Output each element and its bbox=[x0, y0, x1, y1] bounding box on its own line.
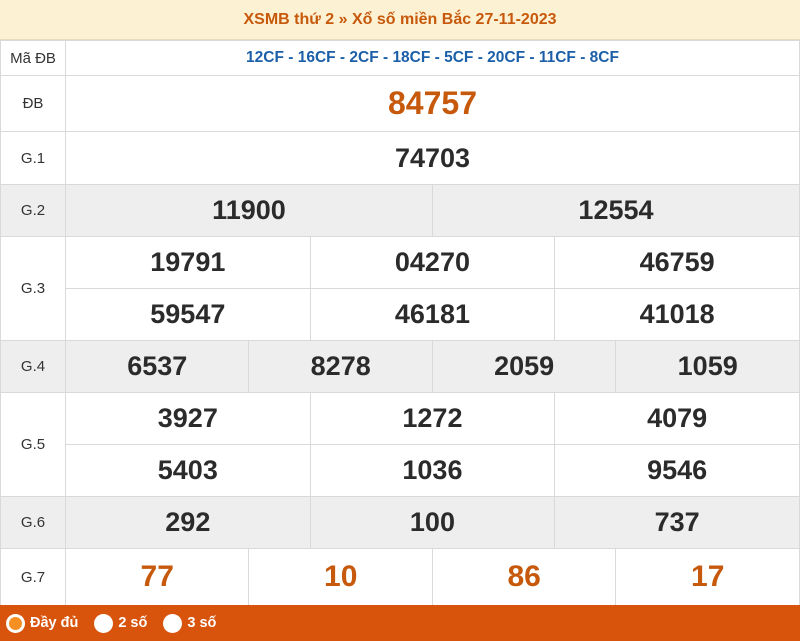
g4-number: 2059 bbox=[431, 340, 617, 393]
g2-label: G.2 bbox=[0, 184, 66, 237]
row-g5: G.5 3927 1272 4079 bbox=[0, 392, 800, 497]
g5-number: 4079 bbox=[554, 392, 800, 445]
db-label: ĐB bbox=[0, 75, 66, 132]
g5-number: 3927 bbox=[65, 392, 311, 445]
option-full[interactable]: Đầy đủ bbox=[6, 613, 79, 633]
g6-label: G.6 bbox=[0, 496, 66, 549]
g7-number: 86 bbox=[431, 548, 617, 606]
g4-number: 6537 bbox=[64, 340, 250, 393]
g4-label: G.4 bbox=[0, 340, 66, 393]
option-full-label: Đầy đủ bbox=[30, 615, 79, 631]
g1-label: G.1 bbox=[0, 131, 66, 185]
g4-number: 8278 bbox=[248, 340, 433, 393]
g3-number: 19791 bbox=[65, 236, 311, 289]
ma-db-label: Mã ĐB bbox=[0, 40, 66, 76]
g7-label: G.7 bbox=[0, 548, 66, 606]
g7-number: 10 bbox=[248, 548, 433, 606]
row-g5b: 5403 1036 9546 bbox=[1, 444, 800, 497]
row-g4: G.4 6537 8278 2059 1059 bbox=[0, 340, 800, 393]
g1-number: 74703 bbox=[65, 131, 800, 185]
radio-icon[interactable] bbox=[163, 613, 183, 633]
row-g6: G.6 292 100 737 bbox=[0, 496, 800, 549]
g6-number: 100 bbox=[309, 496, 556, 549]
results-table: Mã ĐB 12CF - 16CF - 2CF - 18CF - 5CF - 2… bbox=[0, 40, 800, 606]
option-3-digits[interactable]: 3 số bbox=[163, 613, 217, 633]
g7-number: 17 bbox=[615, 548, 800, 606]
ma-db-value: 12CF - 16CF - 2CF - 18CF - 5CF - 20CF - … bbox=[65, 40, 800, 76]
g5-number: 1272 bbox=[309, 392, 556, 445]
row-g3b: 59547 46181 41018 bbox=[1, 288, 800, 341]
option-2-digits-label: 2 số bbox=[118, 615, 148, 631]
page-title: XSMB thứ 2 » Xổ số miền Bắc 27-11-2023 bbox=[0, 0, 800, 40]
g5-label: G.5 bbox=[0, 392, 66, 497]
g2-number: 11900 bbox=[65, 184, 433, 237]
option-2-digits[interactable]: 2 số bbox=[94, 613, 148, 633]
g2-number: 12554 bbox=[431, 184, 800, 237]
radio-icon[interactable] bbox=[94, 613, 114, 633]
g4-number: 1059 bbox=[615, 340, 800, 393]
g3-number: 59547 bbox=[65, 288, 311, 341]
g5-number: 1036 bbox=[309, 444, 556, 497]
g3-number: 41018 bbox=[554, 288, 800, 341]
results-panel: XSMB thứ 2 » Xổ số miền Bắc 27-11-2023 M… bbox=[0, 0, 800, 641]
db-number: 84757 bbox=[65, 75, 800, 132]
g6-number: 292 bbox=[65, 496, 311, 549]
g3-number: 04270 bbox=[309, 236, 556, 289]
g3-number: 46181 bbox=[309, 288, 556, 341]
row-g7: G.7 77 10 86 17 bbox=[0, 548, 800, 606]
option-3-digits-label: 3 số bbox=[187, 615, 217, 631]
g6-number: 737 bbox=[554, 496, 800, 549]
g3-label: G.3 bbox=[0, 236, 66, 341]
g5-number: 9546 bbox=[554, 444, 800, 497]
radio-selected-icon[interactable] bbox=[6, 613, 25, 633]
display-options-bar: Đầy đủ 2 số 3 số bbox=[0, 605, 800, 641]
row-g1: G.1 74703 bbox=[0, 131, 800, 185]
row-g2: G.2 11900 12554 bbox=[0, 184, 800, 237]
g5-number: 5403 bbox=[65, 444, 311, 497]
g3-number: 46759 bbox=[554, 236, 800, 289]
row-g3: G.3 19791 04270 46759 bbox=[0, 236, 800, 341]
row-ma-db: Mã ĐB 12CF - 16CF - 2CF - 18CF - 5CF - 2… bbox=[0, 40, 800, 76]
g7-number: 77 bbox=[64, 548, 250, 606]
row-db: ĐB 84757 bbox=[0, 75, 800, 132]
